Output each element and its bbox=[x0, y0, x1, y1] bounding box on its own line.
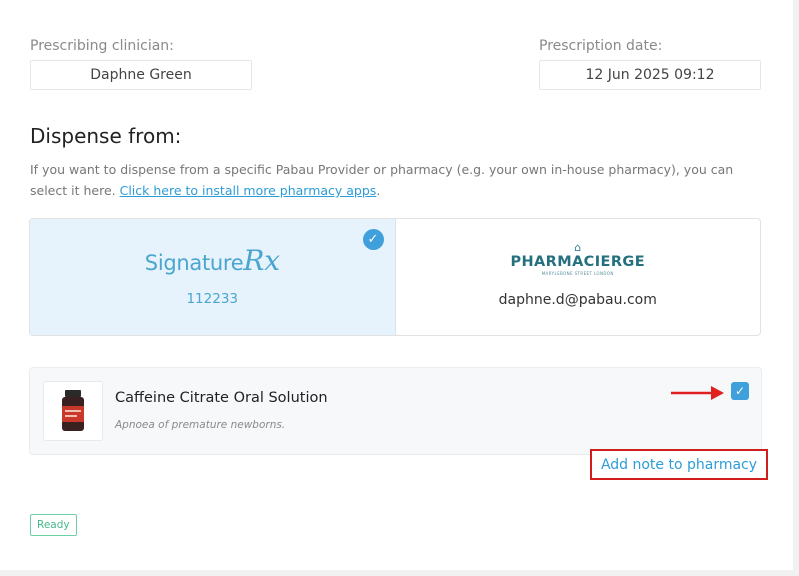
pharmacierge-logo-text: PHARMACIERGE bbox=[510, 253, 645, 270]
provider-selector: ✓ SignatureRx 112233 ⌂ PHARMACIERGE MARY… bbox=[29, 218, 761, 336]
pharmacierge-logo: ⌂ PHARMACIERGE MARYLEBONE STREET LONDON bbox=[510, 241, 645, 276]
status-badge: Ready bbox=[30, 514, 77, 536]
prescribing-clinician-label: Prescribing clinician: bbox=[30, 38, 174, 54]
add-note-to-pharmacy-link[interactable]: Add note to pharmacy bbox=[590, 449, 768, 480]
helper-link-suffix: . bbox=[376, 183, 381, 198]
prescription-date-field[interactable]: 12 Jun 2025 09:12 bbox=[539, 60, 761, 90]
signaturerx-logo-text: Signature bbox=[144, 250, 244, 275]
prescription-date-label: Prescription date: bbox=[539, 38, 663, 54]
dispense-helper-text: If you want to dispense from a specific … bbox=[30, 159, 765, 201]
pharmacierge-logo-tagline: MARYLEBONE STREET LONDON bbox=[541, 270, 614, 276]
install-pharmacy-apps-link[interactable]: Click here to install more pharmacy apps bbox=[120, 183, 377, 198]
checkbox-checked-icon[interactable]: ✓ bbox=[731, 382, 749, 400]
product-name: Caffeine Citrate Oral Solution bbox=[115, 390, 328, 406]
provider-email: daphne.d@pabau.com bbox=[498, 291, 657, 308]
signaturerx-logo: SignatureRx bbox=[145, 244, 280, 277]
pharmacy-mark-icon: ⌂ bbox=[574, 240, 582, 254]
medicine-bottle-icon bbox=[62, 390, 84, 431]
check-circle-icon: ✓ bbox=[362, 229, 384, 250]
product-description: Apnoea of premature newborns. bbox=[115, 419, 286, 431]
prescribing-clinician-field[interactable]: Daphne Green bbox=[30, 60, 252, 90]
product-card: Caffeine Citrate Oral Solution Apnoea of… bbox=[29, 367, 762, 455]
product-thumbnail bbox=[43, 381, 103, 441]
provider-card-signaturerx[interactable]: ✓ SignatureRx 112233 bbox=[30, 219, 396, 335]
dispense-from-title: Dispense from: bbox=[30, 124, 182, 148]
arrow-right-icon bbox=[671, 386, 724, 400]
provider-account-id: 112233 bbox=[186, 290, 239, 307]
signaturerx-logo-rx: Rx bbox=[243, 243, 280, 277]
prescription-panel: Prescribing clinician: Daphne Green Pres… bbox=[0, 0, 793, 570]
provider-card-pharmacierge[interactable]: ⌂ PHARMACIERGE MARYLEBONE STREET LONDON … bbox=[396, 219, 761, 335]
